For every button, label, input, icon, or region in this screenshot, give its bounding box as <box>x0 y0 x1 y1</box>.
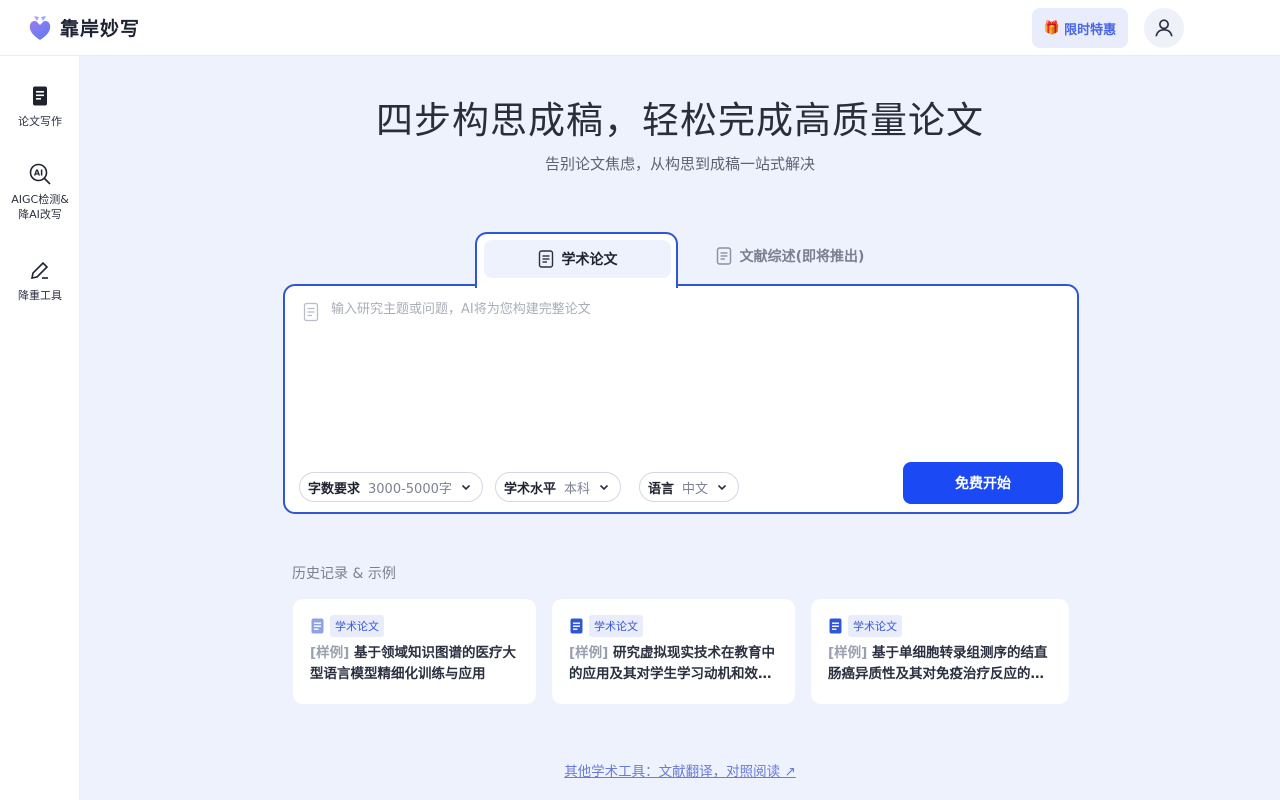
topic-input[interactable] <box>331 298 1051 448</box>
language-select[interactable]: 语言 中文 <box>639 472 740 502</box>
app-name: 靠岸妙写 <box>60 17 141 40</box>
history-section-title: 历史记录 & 示例 <box>292 566 396 582</box>
page-subtitle: 告别论文焦虑，从构思到成稿一站式解决 <box>544 155 815 173</box>
document-outline-icon <box>538 250 553 268</box>
sidebar-item-label: 论文写作 <box>18 115 62 128</box>
sidebar-item-paper-writing[interactable]: 论文写作 <box>0 84 80 129</box>
sample-tag: [样例] <box>569 645 609 661</box>
sample-tag: [样例] <box>828 645 868 661</box>
history-card[interactable]: 学术论文 [样例] 基于领域知识图谱的医疗大型语言模型精细化训练与应用 <box>293 599 536 704</box>
word-count-select[interactable]: 字数要求 3000-5000字 <box>299 472 483 502</box>
page-title: 四步构思成稿，轻松完成高质量论文 <box>376 99 984 142</box>
user-avatar-button[interactable] <box>1144 8 1184 48</box>
select-value: 本科 <box>564 481 591 497</box>
history-card-header: 学术论文 <box>829 615 902 637</box>
sidebar-label-line1: AIGC检测& <box>11 193 69 206</box>
sidebar-item-dedup-tool[interactable]: 降重工具 <box>0 258 80 303</box>
sidebar: 论文写作 AI AIGC检测& 降AI改写 降重工具 <box>0 56 80 800</box>
history-badge: 学术论文 <box>330 615 384 637</box>
chevron-down-icon <box>599 484 609 491</box>
sample-tag: [样例] <box>310 645 350 661</box>
select-label: 学术水平 <box>504 481 557 497</box>
topic-input-card: 字数要求 3000-5000字 学术水平 本科 语言 中文 免费开始 <box>283 284 1079 514</box>
gift-icon: 🎁 <box>1043 20 1061 36</box>
document-icon <box>570 618 583 634</box>
tab-literature-review[interactable]: 文献综述(即将推出) <box>700 236 880 276</box>
promo-label: 限时特惠 <box>1064 22 1117 38</box>
other-tools-link[interactable]: 其他学术工具：文献翻译，对照阅读 ↗ <box>80 760 1280 780</box>
history-card-header: 学术论文 <box>570 615 643 637</box>
ai-search-icon: AI <box>29 163 51 185</box>
document-icon <box>33 86 47 106</box>
document-outline-icon <box>303 302 319 322</box>
sidebar-item-label: AIGC检测& 降AI改写 <box>11 192 69 222</box>
chevron-down-icon <box>461 484 470 491</box>
promo-button[interactable]: 🎁 限时特惠 <box>1032 8 1128 48</box>
pen-icon <box>30 261 49 280</box>
select-value: 3000-5000字 <box>368 481 452 497</box>
history-card-title: [样例] 研究虚拟现实技术在教育中的应用及其对学生学习动机和效果的影响 <box>569 643 779 685</box>
document-outline-icon <box>716 247 731 265</box>
top-header: 靠岸妙写 🎁 限时特惠 <box>0 0 1280 56</box>
history-badge: 学术论文 <box>848 615 902 637</box>
history-card[interactable]: 学术论文 [样例] 基于单细胞转录组测序的结直肠癌异质性及其对免疫治疗反应的研究 <box>811 599 1069 704</box>
user-icon <box>1155 19 1173 37</box>
tab-academic-paper[interactable]: 学术论文 <box>475 232 678 288</box>
document-icon <box>829 618 842 634</box>
select-value: 中文 <box>682 481 709 497</box>
academic-level-select[interactable]: 学术水平 本科 <box>495 472 622 502</box>
logo-icon <box>29 16 51 40</box>
app-logo[interactable]: 靠岸妙写 <box>28 13 140 41</box>
sidebar-item-aigc-detect[interactable]: AI AIGC检测& 降AI改写 <box>0 162 80 222</box>
tab-label: 学术论文 <box>561 252 618 268</box>
history-card-header: 学术论文 <box>311 615 384 637</box>
document-icon <box>311 618 324 634</box>
start-free-button[interactable]: 免费开始 <box>903 462 1063 504</box>
sidebar-item-label: 降重工具 <box>18 289 62 302</box>
history-badge: 学术论文 <box>589 615 643 637</box>
history-card-title: [样例] 基于领域知识图谱的医疗大型语言模型精细化训练与应用 <box>310 643 520 685</box>
tab-label: 文献综述(即将推出) <box>739 249 865 265</box>
select-label: 字数要求 <box>308 481 361 497</box>
sidebar-label-line2: 降AI改写 <box>18 208 62 221</box>
chevron-down-icon <box>717 484 727 491</box>
svg-text:AI: AI <box>34 169 43 178</box>
history-card[interactable]: 学术论文 [样例] 研究虚拟现实技术在教育中的应用及其对学生学习动机和效果的影响 <box>552 599 795 704</box>
tab-active-pill: 学术论文 <box>484 240 671 278</box>
history-card-title: [样例] 基于单细胞转录组测序的结直肠癌异质性及其对免疫治疗反应的研究 <box>828 643 1053 685</box>
select-label: 语言 <box>648 481 675 497</box>
